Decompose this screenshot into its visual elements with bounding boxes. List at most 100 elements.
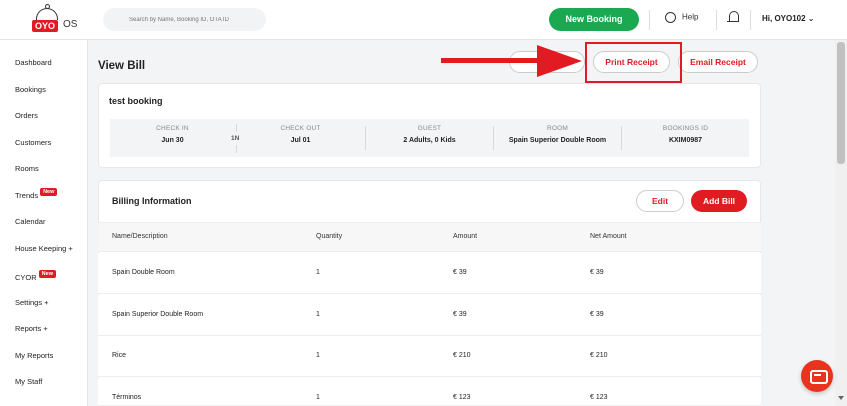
column-header-net-amount: Net Amount <box>590 233 627 240</box>
divider <box>236 124 237 132</box>
table-row: Spain Superior Double Room 1 € 39 € 39 <box>98 295 761 336</box>
cell-amount: € 210 <box>453 352 471 359</box>
help-button[interactable]: Help <box>665 12 698 23</box>
divider <box>750 10 751 30</box>
booking-info-strip: CHECK IN Jun 30 1N CHECK OUT Jul 01 GUES… <box>110 119 749 157</box>
pointer-arrow-shaft <box>441 58 541 63</box>
divider <box>236 145 237 153</box>
table-row: Términos 1 € 123 € 123 <box>98 378 761 406</box>
check-out-column: CHECK OUT Jul 01 <box>238 119 363 157</box>
table-row: Spain Double Room 1 € 39 € 39 <box>98 253 761 294</box>
sidebar-item-reports[interactable]: Reports + <box>15 324 48 333</box>
billing-table-header: Name/Description Quantity Amount Net Amo… <box>98 222 761 252</box>
cell-name: Términos <box>112 394 142 401</box>
room-value: Spain Superior Double Room <box>508 137 607 144</box>
search-input[interactable] <box>103 8 266 31</box>
add-bill-button[interactable]: Add Bill <box>691 190 747 212</box>
oyo-os-logo[interactable]: OYO OS <box>30 4 80 36</box>
page-title: View Bill <box>98 60 146 72</box>
new-badge: New <box>40 188 58 196</box>
sidebar-item-label: House Keeping + <box>15 244 73 253</box>
sidebar-item-label: Trends <box>15 191 39 200</box>
top-bar: OYO OS New Booking Help Hi, OYO102 ⌄ <box>0 0 847 40</box>
cell-quantity: 1 <box>316 352 320 359</box>
column-header-amount: Amount <box>453 233 478 240</box>
cell-quantity: 1 <box>316 269 320 276</box>
cell-name: Spain Superior Double Room <box>112 311 204 318</box>
sidebar-item-rooms[interactable]: Rooms <box>15 164 39 173</box>
sidebar-item-dashboard[interactable]: Dashboard <box>15 58 52 67</box>
sidebar-item-label: Settings + <box>15 298 49 307</box>
check-in-label: CHECK IN <box>156 125 189 132</box>
sidebar-item-house-keeping[interactable]: House Keeping + <box>15 244 73 253</box>
guest-column: GUEST 2 Adults, 0 Kids <box>366 119 493 157</box>
help-label: Help <box>682 12 699 22</box>
room-label: ROOM <box>546 125 569 132</box>
check-out-label: CHECK OUT <box>280 125 321 132</box>
sidebar-item-settings[interactable]: Settings + <box>15 298 49 307</box>
cell-name: Spain Double Room <box>112 269 175 276</box>
billing-title: Billing Information <box>112 196 192 206</box>
check-in-value: Jun 30 <box>161 137 184 144</box>
sidebar-item-trends[interactable]: Trends New <box>15 188 58 201</box>
email-receipt-button[interactable]: Email Receipt <box>678 51 758 73</box>
sidebar-item-label: Bookings <box>15 85 46 94</box>
new-booking-button[interactable]: New Booking <box>549 8 639 31</box>
check-in-column: CHECK IN Jun 30 <box>110 119 235 157</box>
sidebar-item-label: CYOR <box>15 273 37 282</box>
sidebar: Dashboard Bookings Orders Customers Room… <box>0 40 88 406</box>
sidebar-item-label: Dashboard <box>15 58 52 67</box>
logo-suffix: OS <box>63 19 78 30</box>
cell-net-amount: € 123 <box>590 394 608 401</box>
help-icon <box>665 12 676 23</box>
guest-value: 2 Adults, 0 Kids <box>403 137 456 144</box>
cell-amount: € 39 <box>453 311 467 318</box>
logo-text: OYO <box>32 20 59 32</box>
cell-name: Rice <box>112 352 127 359</box>
booking-name: test booking <box>109 96 163 106</box>
sidebar-item-label: My Reports <box>15 351 54 360</box>
booking-id-value: KXIM0987 <box>668 137 703 144</box>
scroll-down-arrow-icon[interactable] <box>838 396 844 400</box>
notification-bell-icon[interactable] <box>727 11 739 24</box>
divider <box>649 10 650 30</box>
cell-net-amount: € 39 <box>590 311 604 318</box>
scrollbar-thumb[interactable] <box>837 42 845 164</box>
sidebar-item-cyor[interactable]: CYOR New <box>15 270 56 283</box>
sidebar-item-calendar[interactable]: Calendar <box>15 217 45 226</box>
user-menu[interactable]: Hi, OYO102 ⌄ <box>762 14 815 23</box>
room-column: ROOM Spain Superior Double Room <box>494 119 621 157</box>
sidebar-item-label: Rooms <box>15 164 39 173</box>
guest-label: GUEST <box>417 125 442 132</box>
column-header-quantity: Quantity <box>316 233 343 240</box>
sidebar-item-label: Orders <box>15 111 38 120</box>
cell-amount: € 39 <box>453 269 467 276</box>
table-row: Rice 1 € 210 € 210 <box>98 336 761 377</box>
sidebar-item-label: My Staff <box>15 377 43 386</box>
service-bell-icon <box>36 4 58 20</box>
chat-support-button[interactable] <box>801 360 833 392</box>
sidebar-item-customers[interactable]: Customers <box>15 138 51 147</box>
cell-net-amount: € 39 <box>590 269 604 276</box>
column-header-name: Name/Description <box>112 233 168 240</box>
sidebar-item-my-reports[interactable]: My Reports <box>15 351 53 360</box>
booking-id-label: BOOKINGS ID <box>662 125 709 132</box>
page-scrollbar[interactable] <box>835 40 847 406</box>
highlight-box <box>585 42 682 83</box>
divider <box>716 10 717 30</box>
edit-bill-button[interactable]: Edit <box>636 190 684 212</box>
cell-net-amount: € 210 <box>590 352 608 359</box>
sidebar-item-my-staff[interactable]: My Staff <box>15 377 42 386</box>
new-badge: New <box>38 270 56 278</box>
sidebar-item-label: Reports + <box>15 324 48 333</box>
check-out-value: Jul 01 <box>290 137 311 144</box>
cell-quantity: 1 <box>316 311 320 318</box>
cell-amount: € 123 <box>453 394 471 401</box>
sidebar-item-bookings[interactable]: Bookings <box>15 85 46 94</box>
booking-id-column: BOOKINGS ID KXIM0987 <box>622 119 749 157</box>
sidebar-item-orders[interactable]: Orders <box>15 111 38 120</box>
sidebar-item-label: Customers <box>15 138 52 147</box>
sidebar-item-label: Calendar <box>15 217 46 226</box>
cell-quantity: 1 <box>316 394 320 401</box>
pointer-arrow-head <box>537 45 582 77</box>
